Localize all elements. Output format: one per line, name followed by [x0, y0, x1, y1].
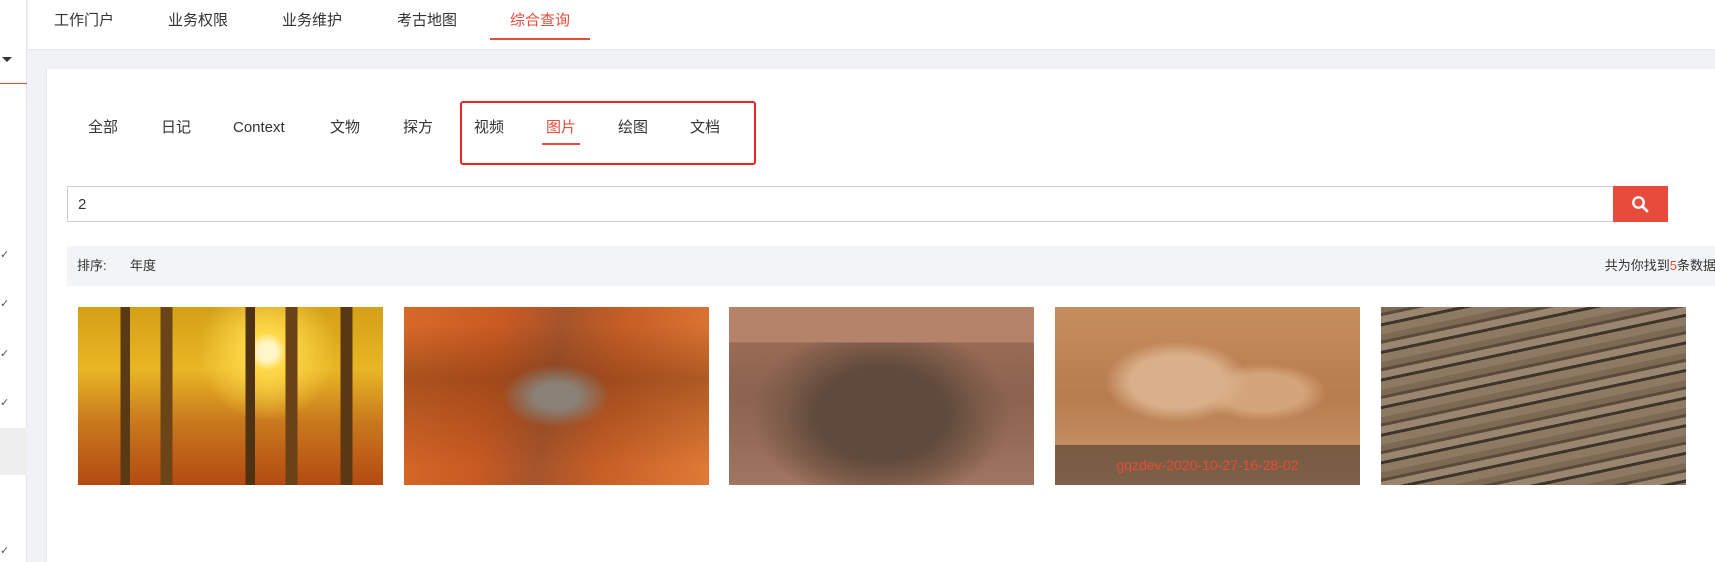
- left-sidebar: ✓ ✓ ✓ ✓ ✓: [0, 0, 27, 562]
- category-diary[interactable]: 日记: [161, 111, 191, 147]
- main-content-card: 全部 日记 Context 文物 探方 视频 图片 绘图 文档 排序: 年度 共…: [46, 69, 1715, 562]
- sidebar-selected-item[interactable]: [0, 428, 27, 475]
- sidebar-active-indicator: [0, 83, 27, 84]
- annotation-highlight-box: [460, 101, 756, 165]
- result-count-prefix: 共为你找到: [1604, 258, 1670, 273]
- category-context[interactable]: Context: [233, 111, 285, 147]
- search-input[interactable]: [67, 186, 1613, 222]
- result-count: 共为你找到5条数据: [1605, 246, 1715, 286]
- gallery-image[interactable]: [729, 307, 1034, 485]
- image-caption: gqzdev-2020-10-27-16-28-02: [1055, 445, 1360, 485]
- check-icon: ✓: [0, 545, 10, 557]
- search-icon: [1632, 196, 1649, 213]
- category-trench[interactable]: 探方: [403, 111, 433, 147]
- category-all[interactable]: 全部: [88, 111, 118, 147]
- check-icon: ✓: [0, 249, 10, 261]
- check-icon: ✓: [0, 397, 10, 409]
- category-artifact[interactable]: 文物: [330, 111, 360, 147]
- gallery-image[interactable]: [404, 307, 709, 485]
- sort-option-year[interactable]: 年度: [130, 246, 156, 286]
- search-button[interactable]: [1613, 186, 1668, 222]
- result-count-suffix: 条数据: [1676, 258, 1715, 273]
- sort-label: 排序:: [77, 258, 107, 273]
- check-icon: ✓: [0, 348, 10, 360]
- gallery-image[interactable]: [78, 307, 383, 485]
- tab-business-maintenance[interactable]: 业务维护: [281, 0, 343, 40]
- caret-down-icon[interactable]: [2, 57, 12, 62]
- tab-work-portal[interactable]: 工作门户: [54, 0, 114, 40]
- result-count-number: 5: [1669, 258, 1677, 273]
- search-bar: [67, 186, 1668, 222]
- sort-bar: 排序: 年度 共为你找到5条数据: [67, 246, 1715, 286]
- tab-business-permission[interactable]: 业务权限: [167, 0, 229, 40]
- gallery-image[interactable]: gqzdev-2020-10-27-16-28-02: [1055, 307, 1360, 485]
- top-nav: 工作门户 业务权限 业务维护 考古地图 综合查询: [28, 0, 1715, 50]
- tab-comprehensive-query[interactable]: 综合查询: [490, 0, 590, 40]
- gallery-image[interactable]: [1381, 307, 1686, 485]
- check-icon: ✓: [0, 298, 10, 310]
- tab-archaeology-map[interactable]: 考古地图: [396, 0, 458, 40]
